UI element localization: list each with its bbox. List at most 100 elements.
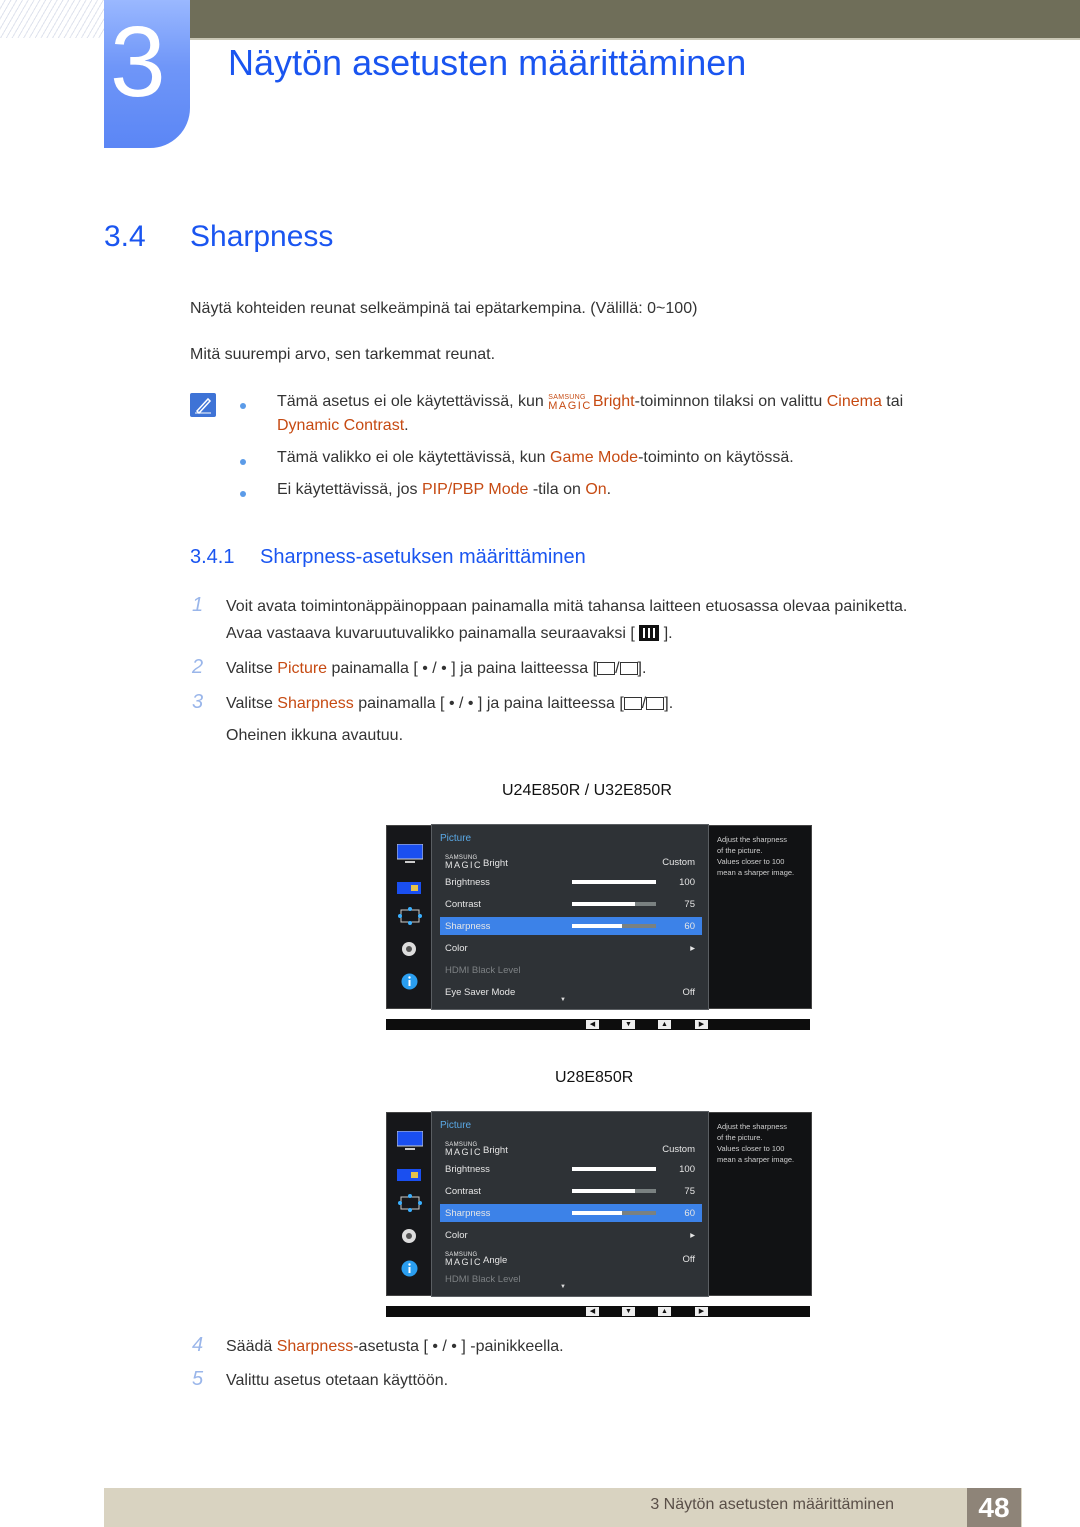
- picture-monitor-icon[interactable]: [397, 844, 423, 864]
- osd-level-bar[interactable]: [572, 1167, 656, 1171]
- osd-menu-item[interactable]: SAMSUNG MAGIC Bright Custom: [440, 1138, 702, 1160]
- magic-word: MAGIC: [445, 860, 483, 870]
- menu-button-icon: [639, 625, 660, 641]
- desc-line: mean a sharper image.: [717, 1155, 795, 1164]
- osd-item-text: Contrast: [445, 1186, 481, 1197]
- osd-menu-item[interactable]: Color ▸: [440, 1226, 702, 1244]
- osd-item-value: 100: [679, 1164, 695, 1175]
- osd-level-fill: [572, 1211, 623, 1215]
- magic-word: MAGIC: [445, 1147, 483, 1157]
- osd-menu-item[interactable]: Sharpness 60: [440, 917, 702, 935]
- scroll-down-icon[interactable]: ▼: [560, 997, 566, 1003]
- desc-line: Values closer to 100: [717, 857, 785, 866]
- gear-icon[interactable]: [400, 1227, 418, 1245]
- osd-item-text: Sharpness: [445, 921, 491, 932]
- step-2-mid: painamalla [ • / • ] ja paina laitteessa…: [327, 660, 598, 677]
- term-on: On: [585, 481, 607, 498]
- magic-logo: SAMSUNG MAGIC: [445, 1142, 482, 1157]
- magic-logo: SAMSUNG MAGIC: [445, 855, 482, 870]
- right-key-icon[interactable]: ▶: [695, 1020, 708, 1029]
- subsection-number: 3.4.1: [190, 546, 235, 568]
- step-2: Valitse Picture painamalla [ • / • ] ja …: [226, 660, 646, 678]
- note-2-post: -toiminto on käytössä.: [638, 449, 794, 466]
- enter-button-icon: [646, 697, 665, 710]
- osd-description: Adjust the sharpness of the picture. Val…: [717, 1121, 809, 1165]
- osd-menu-item[interactable]: Eye Saver Mode Off: [440, 983, 702, 1001]
- osd-item-value: Off: [682, 1254, 696, 1265]
- left-key-icon[interactable]: ◀: [586, 1307, 599, 1316]
- osd-item-label: Brightness: [445, 877, 490, 888]
- step-4-post: -asetusta [ • / • ] -painikkeella.: [353, 1338, 564, 1355]
- note-2: Tämä valikko ei ole käytettävissä, kun G…: [277, 449, 794, 467]
- info-icon[interactable]: [401, 973, 418, 990]
- down-key-icon[interactable]: ▼: [622, 1307, 635, 1316]
- osd-menu-item[interactable]: Sharpness 60: [440, 1204, 702, 1222]
- osd-item-text: HDMI Black Level: [445, 1274, 521, 1285]
- size-position-icon[interactable]: [397, 1193, 423, 1213]
- up-key-icon[interactable]: ▲: [658, 1020, 671, 1029]
- osd-level-bar[interactable]: [572, 1189, 656, 1193]
- osd-level-bar[interactable]: [572, 1211, 656, 1215]
- desc-line: Adjust the sharpness: [717, 835, 788, 844]
- pip-icon[interactable]: [397, 882, 421, 894]
- magic-logo: SAMSUNG MAGIC: [548, 394, 592, 412]
- osd-item-value: ▸: [690, 1230, 695, 1241]
- osd-level-bar[interactable]: [572, 924, 656, 928]
- down-key-icon[interactable]: ▼: [622, 1020, 635, 1029]
- osd-item-label: SAMSUNG MAGIC Bright: [445, 855, 508, 870]
- source-button-icon: [623, 697, 642, 710]
- note-3-mid: -tila on: [528, 481, 586, 498]
- osd-item-value: 100: [679, 877, 695, 888]
- step-2-text: Valitse: [226, 660, 278, 677]
- osd-menu-item[interactable]: Contrast 75: [440, 1182, 702, 1200]
- osd-menu-item[interactable]: SAMSUNG MAGIC Bright Custom: [440, 851, 702, 873]
- osd-level-fill: [572, 1189, 635, 1193]
- osd-item-value: 60: [684, 1208, 695, 1219]
- osd-menu-item[interactable]: Contrast 75: [440, 895, 702, 913]
- osd-menu-item[interactable]: Brightness 100: [440, 1160, 702, 1178]
- osd-menu-panel: Picture SAMSUNG MAGIC Bright Custom Brightne…: [431, 1111, 709, 1297]
- info-icon[interactable]: [401, 1260, 418, 1277]
- scroll-down-icon[interactable]: ▼: [560, 1284, 566, 1290]
- osd-item-label: Eye Saver Mode: [445, 987, 515, 998]
- magic-logo: SAMSUNG MAGIC: [445, 1252, 482, 1267]
- gear-icon[interactable]: [400, 940, 418, 958]
- step-5: Valittu asetus otetaan käyttöön.: [226, 1372, 449, 1389]
- step-4-text: Säädä: [226, 1338, 277, 1355]
- osd-item-value: 75: [684, 899, 695, 910]
- note-1-text: Tämä asetus ei ole käytettävissä, kun: [277, 393, 549, 410]
- step-2-end: ].: [637, 660, 647, 677]
- term-bright: Bright: [592, 393, 635, 410]
- osd-description: Adjust the sharpness of the picture. Val…: [717, 834, 809, 878]
- note-1: Tämä asetus ei ole käytettävissä, kun SA…: [277, 393, 903, 412]
- step-number: 2: [192, 656, 204, 678]
- osd-level-bar[interactable]: [572, 880, 656, 884]
- right-key-icon[interactable]: ▶: [695, 1307, 708, 1316]
- page-number: 48: [967, 1488, 1021, 1527]
- note-1-post: tai: [881, 393, 904, 410]
- osd-item-text: Sharpness: [445, 1208, 491, 1219]
- osd-menu-item[interactable]: Brightness 100: [440, 873, 702, 891]
- step-number: 4: [192, 1334, 204, 1356]
- step-1-line-2: Avaa vastaava kuvaruutuvalikko painamall…: [226, 625, 673, 643]
- osd-menu-item[interactable]: Color ▸: [440, 939, 702, 957]
- osd-level-bar[interactable]: [572, 902, 656, 906]
- osd-item-label: Color: [445, 1230, 468, 1241]
- osd-level-fill: [572, 924, 623, 928]
- left-key-icon[interactable]: ◀: [586, 1020, 599, 1029]
- step-3-line-2: Oheinen ikkuna avautuu.: [226, 727, 404, 744]
- size-position-icon[interactable]: [397, 906, 423, 926]
- up-key-icon[interactable]: ▲: [658, 1307, 671, 1316]
- osd-item-text: Brightness: [445, 1164, 490, 1175]
- section-title: Sharpness: [190, 220, 334, 253]
- source-button-icon: [597, 662, 616, 675]
- note-1-end: .: [404, 417, 409, 434]
- step-1-text: Avaa vastaava kuvaruutuvalikko painamall…: [226, 625, 635, 642]
- desc-line: of the picture.: [717, 1133, 763, 1142]
- step-3-end: ].: [664, 695, 674, 712]
- osd-menu-item[interactable]: SAMSUNG MAGIC Angle Off: [440, 1248, 702, 1270]
- picture-monitor-icon[interactable]: [397, 1131, 423, 1151]
- osd-level-fill: [572, 902, 635, 906]
- note-1-cont: Dynamic Contrast.: [277, 417, 409, 435]
- pip-icon[interactable]: [397, 1169, 421, 1181]
